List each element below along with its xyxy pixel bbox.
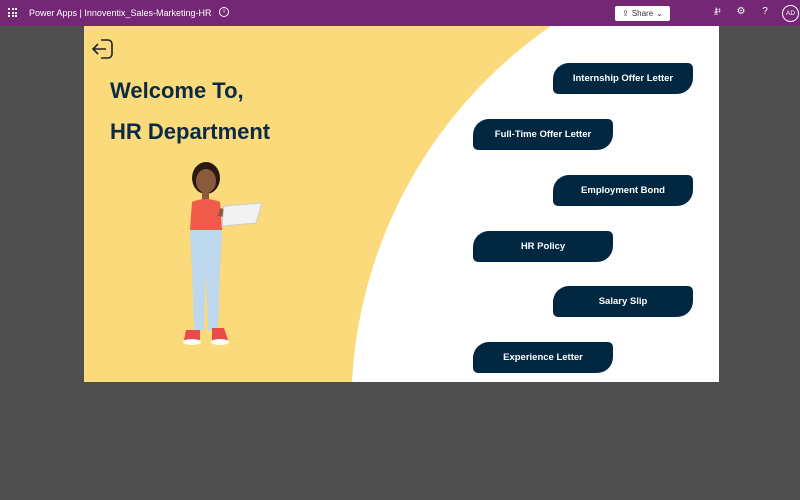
product-name: Power Apps (29, 8, 78, 18)
hr-policy-button[interactable]: HR Policy (473, 231, 613, 262)
experience-letter-button[interactable]: Experience Letter (473, 342, 613, 373)
settings-icon[interactable]: ⚙ (734, 6, 748, 18)
help-icon[interactable]: ? (758, 6, 772, 18)
share-icon: ⇪ (622, 9, 629, 18)
app-name: Innoventix_Sales-Marketing-HR (84, 8, 212, 18)
chevron-down-icon: ⌄ (656, 9, 663, 18)
separator: | (79, 8, 82, 18)
info-icon[interactable]: i (219, 7, 229, 17)
download-icon[interactable]: ⤓ (709, 6, 723, 18)
avatar[interactable]: AD (782, 5, 799, 22)
logout-back-icon[interactable] (91, 37, 115, 61)
internship-offer-letter-button[interactable]: Internship Offer Letter (553, 63, 693, 94)
app-launcher-icon[interactable] (8, 8, 17, 17)
employment-bond-button[interactable]: Employment Bond (553, 175, 693, 206)
app-canvas: Welcome To, HR Department Internship Off… (84, 26, 719, 382)
top-bar: Power Apps | Innoventix_Sales-Marketing-… (0, 0, 800, 26)
welcome-heading: Welcome To, (110, 78, 244, 103)
share-label: Share (631, 9, 654, 18)
salary-slip-button[interactable]: Salary Slip (553, 286, 693, 317)
department-heading: HR Department (110, 119, 271, 144)
full-time-offer-letter-button[interactable]: Full-Time Offer Letter (473, 119, 613, 150)
share-button[interactable]: ⇪ Share ⌄ (615, 6, 670, 21)
app-title: Power Apps | Innoventix_Sales-Marketing-… (29, 8, 211, 18)
woman-with-laptop-illustration (183, 162, 263, 345)
